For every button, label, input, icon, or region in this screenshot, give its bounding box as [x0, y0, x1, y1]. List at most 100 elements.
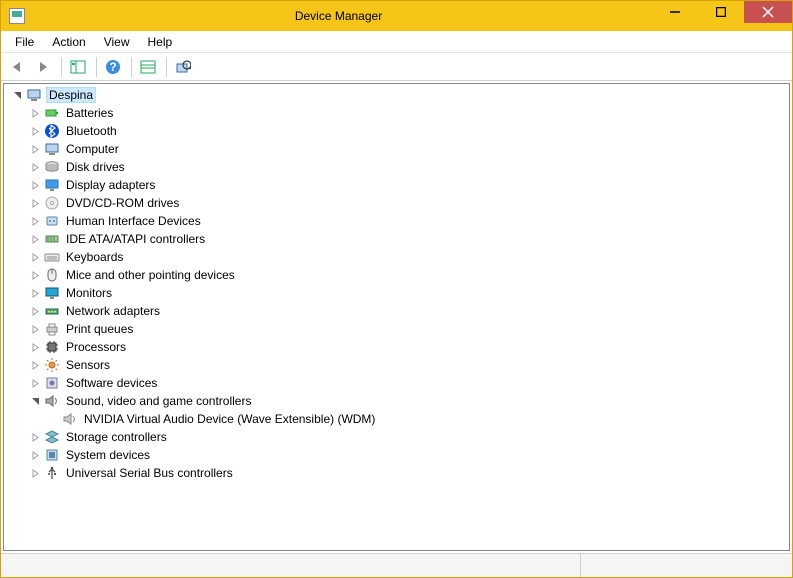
tree-node[interactable]: Batteries — [4, 104, 789, 122]
toolbar-separator — [131, 57, 132, 77]
expander-icon[interactable] — [10, 91, 24, 100]
tree-node[interactable]: NVIDIA Virtual Audio Device (Wave Extens… — [4, 410, 789, 428]
sensor-icon — [44, 357, 60, 373]
minimize-button[interactable] — [652, 1, 698, 23]
tree-node-label: Mice and other pointing devices — [64, 268, 237, 282]
tree-node[interactable]: Human Interface Devices — [4, 212, 789, 230]
display-icon — [44, 177, 60, 193]
forward-button[interactable] — [31, 55, 55, 79]
tree-node-label: Display adapters — [64, 178, 157, 192]
ide-icon — [44, 231, 60, 247]
maximize-button[interactable] — [698, 1, 744, 23]
back-button[interactable] — [5, 55, 29, 79]
tree-node[interactable]: Bluetooth — [4, 122, 789, 140]
tree-node[interactable]: Sound, video and game controllers — [4, 392, 789, 410]
expander-icon[interactable] — [28, 469, 42, 478]
tree-node-label: NVIDIA Virtual Audio Device (Wave Extens… — [82, 412, 377, 426]
toolbar-separator — [166, 57, 167, 77]
expander-icon[interactable] — [28, 253, 42, 262]
battery-icon — [44, 105, 60, 121]
tree-node-label: IDE ATA/ATAPI controllers — [64, 232, 207, 246]
app-icon — [9, 8, 25, 24]
tree-node[interactable]: Disk drives — [4, 158, 789, 176]
menu-help[interactable]: Help — [140, 33, 181, 51]
tree-node-label: Batteries — [64, 106, 115, 120]
monitor-icon — [44, 285, 60, 301]
window-title: Device Manager — [25, 9, 652, 23]
device-tree[interactable]: Despina Batteries Bluetooth ComputerDisk dr… — [4, 84, 789, 550]
expander-icon[interactable] — [28, 145, 42, 154]
expander-icon[interactable] — [28, 379, 42, 388]
window-root: Device Manager File Action View Help — [0, 0, 793, 578]
expander-icon[interactable] — [28, 217, 42, 226]
tree-node-label: Print queues — [64, 322, 135, 336]
tree-node-label: System devices — [64, 448, 152, 462]
disk-icon — [44, 159, 60, 175]
expander-icon[interactable] — [28, 451, 42, 460]
menu-file[interactable]: File — [7, 33, 42, 51]
expander-icon[interactable] — [28, 109, 42, 118]
status-cell — [581, 554, 792, 577]
expander-icon[interactable] — [28, 163, 42, 172]
tree-node[interactable]: DVD/CD-ROM drives — [4, 194, 789, 212]
title-bar[interactable]: Device Manager — [1, 1, 792, 31]
window-controls — [652, 1, 792, 31]
menu-bar: File Action View Help — [1, 31, 792, 53]
printer-icon — [44, 321, 60, 337]
expander-icon[interactable] — [28, 343, 42, 352]
menu-view[interactable]: View — [96, 33, 138, 51]
expander-icon[interactable] — [28, 289, 42, 298]
mouse-icon — [44, 267, 60, 283]
storage-icon — [44, 429, 60, 445]
expander-icon[interactable] — [28, 127, 42, 136]
tree-node[interactable]: Software devices — [4, 374, 789, 392]
computer-icon — [44, 141, 60, 157]
help-button[interactable]: ? — [101, 55, 125, 79]
tree-node[interactable]: System devices — [4, 446, 789, 464]
system-icon — [44, 447, 60, 463]
show-hide-console-tree-button[interactable] — [66, 55, 90, 79]
tree-node[interactable]: Storage controllers — [4, 428, 789, 446]
properties-button[interactable] — [136, 55, 160, 79]
expander-icon[interactable] — [28, 397, 42, 406]
tree-node[interactable]: Keyboards — [4, 248, 789, 266]
tree-node[interactable]: Mice and other pointing devices — [4, 266, 789, 284]
expander-icon[interactable] — [28, 235, 42, 244]
content-pane: Despina Batteries Bluetooth ComputerDisk dr… — [3, 83, 790, 551]
tree-node-label: Universal Serial Bus controllers — [64, 466, 235, 480]
tree-node-label: DVD/CD-ROM drives — [64, 196, 181, 210]
expander-icon[interactable] — [28, 271, 42, 280]
tree-node-label: Keyboards — [64, 250, 125, 264]
expander-icon[interactable] — [28, 433, 42, 442]
tree-node[interactable]: Despina — [4, 86, 789, 104]
scan-hardware-button[interactable] — [171, 55, 195, 79]
tree-node-label: Sound, video and game controllers — [64, 394, 253, 408]
processor-icon — [44, 339, 60, 355]
menu-action[interactable]: Action — [44, 33, 93, 51]
expander-icon[interactable] — [28, 199, 42, 208]
expander-icon[interactable] — [28, 307, 42, 316]
keyboard-icon — [44, 249, 60, 265]
computer-icon — [26, 87, 42, 103]
tree-node[interactable]: Display adapters — [4, 176, 789, 194]
toolbar-separator — [96, 57, 97, 77]
close-button[interactable] — [744, 1, 792, 23]
svg-text:?: ? — [109, 60, 116, 74]
expander-icon[interactable] — [28, 181, 42, 190]
tree-node[interactable]: Print queues — [4, 320, 789, 338]
tree-node-label: Bluetooth — [64, 124, 119, 138]
software-icon — [44, 375, 60, 391]
tree-node[interactable]: Network adapters — [4, 302, 789, 320]
tree-node[interactable]: Computer — [4, 140, 789, 158]
tree-node-label: Processors — [64, 340, 128, 354]
tree-node[interactable]: IDE ATA/ATAPI controllers — [4, 230, 789, 248]
tree-node[interactable]: Sensors — [4, 356, 789, 374]
tree-node[interactable]: Universal Serial Bus controllers — [4, 464, 789, 482]
tree-node[interactable]: Processors — [4, 338, 789, 356]
status-cell — [1, 554, 581, 577]
dvd-icon — [44, 195, 60, 211]
expander-icon[interactable] — [28, 361, 42, 370]
usb-icon — [44, 465, 60, 481]
tree-node[interactable]: Monitors — [4, 284, 789, 302]
expander-icon[interactable] — [28, 325, 42, 334]
